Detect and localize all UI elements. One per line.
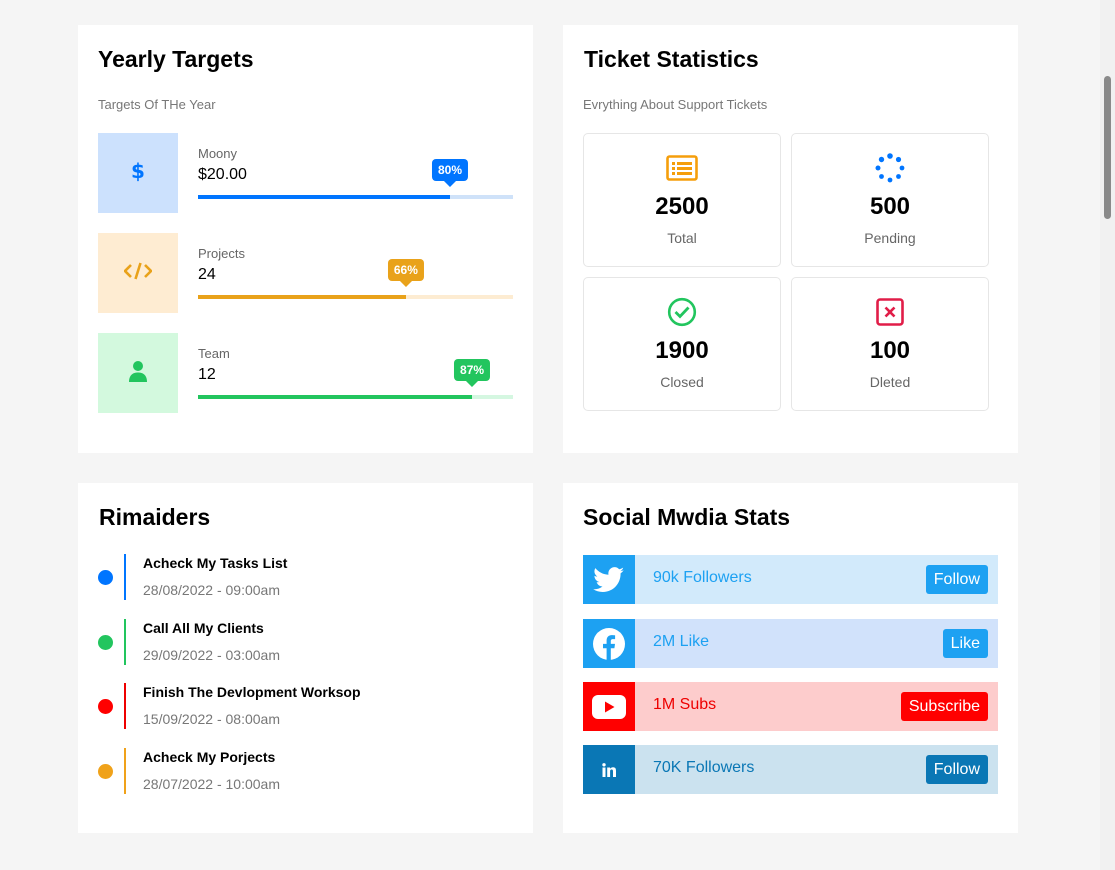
target-value: 12: [198, 366, 216, 383]
reminder-line: [124, 619, 126, 665]
reminder-title: Finish The Devlopment Worksop: [143, 684, 361, 700]
reminder-dot: [98, 635, 113, 650]
social-row-youtube: 1M Subs Subscribe: [583, 682, 998, 731]
target-row-money: $ Moony $20.00 80%: [98, 133, 513, 213]
target-row-projects: Projects 24 66%: [98, 233, 513, 313]
reminders-card: Rimaiders Acheck My Tasks List 28/08/202…: [78, 483, 533, 833]
social-stat-text: 1M Subs: [653, 696, 717, 713]
social-stats-card: Social Mwdia Stats 90k Followers Follow …: [563, 483, 1018, 833]
reminder-date: 15/09/2022 - 08:00am: [143, 711, 280, 727]
ticket-number: 1900: [655, 337, 709, 364]
social-row-facebook: 2M Like Like: [583, 619, 998, 668]
list-icon: [584, 152, 780, 184]
like-button[interactable]: Like: [942, 629, 988, 658]
check-circle-icon: [584, 296, 780, 328]
facebook-icon: [583, 619, 635, 668]
reminder-line: [124, 554, 126, 600]
x-square-icon: [792, 296, 988, 328]
ticket-statistics-title: Ticket Statistics: [584, 46, 759, 72]
progress-badge: 87%: [454, 359, 491, 387]
reminder-date: 29/09/2022 - 03:00am: [143, 647, 280, 663]
target-label: Moony: [198, 146, 238, 161]
social-stat-text: 70K Followers: [653, 759, 755, 776]
progress-badge: 66%: [387, 259, 424, 287]
progress-fill: [198, 195, 450, 199]
spinner-icon: [792, 152, 988, 184]
page-scrollbar[interactable]: [1100, 0, 1115, 870]
ticket-label: Total: [667, 230, 697, 246]
progress-badge: 80%: [431, 159, 469, 187]
ticket-number: 100: [869, 337, 911, 364]
ticket-box-total: 2500 Total: [583, 133, 781, 267]
ticket-number: 2500: [655, 193, 709, 220]
reminder-dot: [98, 764, 113, 779]
social-stat-text: 2M Like: [653, 633, 710, 650]
target-row-team: Team 12 87%: [98, 333, 513, 413]
ticket-box-closed: 1900 Closed: [583, 277, 781, 411]
linkedin-icon: [583, 745, 635, 794]
reminder-date: 28/08/2022 - 09:00am: [143, 582, 280, 598]
follow-button[interactable]: Follow: [925, 565, 988, 594]
social-row-twitter: 90k Followers Follow: [583, 555, 998, 604]
twitter-icon: [583, 555, 635, 604]
ticket-label: Dleted: [869, 374, 911, 390]
yearly-targets-title: Yearly Targets: [98, 46, 254, 72]
svg-text:$: $: [131, 159, 145, 183]
reminder-dot: [98, 699, 113, 714]
social-stat-text: 90k Followers: [653, 569, 752, 586]
reminder-dot: [98, 570, 113, 585]
progress-track: 87%: [198, 359, 513, 399]
progress-fill: [198, 295, 406, 299]
reminder-title: Call All My Clients: [143, 620, 264, 636]
reminder-title: Acheck My Tasks List: [143, 555, 288, 571]
progress-fill: [198, 395, 473, 399]
yearly-targets-card: Yearly Targets Targets Of THe Year $ Moo…: [78, 25, 533, 453]
yearly-targets-subtitle: Targets Of THe Year: [98, 97, 216, 112]
subscribe-button[interactable]: Subscribe: [900, 692, 988, 721]
target-label: Projects: [198, 246, 245, 261]
social-stats-title: Social Mwdia Stats: [583, 504, 791, 530]
reminder-line: [124, 748, 126, 794]
code-icon: [123, 261, 153, 286]
target-value: 24: [198, 266, 216, 283]
progress-track: 66%: [198, 259, 513, 299]
progress-track: 80%: [198, 159, 513, 199]
ticket-statistics-card: Ticket Statistics Evrything About Suppor…: [563, 25, 1018, 453]
reminder-line: [124, 683, 126, 729]
ticket-label: Closed: [660, 374, 704, 390]
reminder-item[interactable]: Call All My Clients 29/09/2022 - 03:00am: [98, 619, 498, 665]
reminders-title: Rimaiders: [99, 504, 211, 530]
scrollbar-thumb[interactable]: [1104, 76, 1111, 219]
youtube-icon: [583, 682, 635, 731]
reminder-item[interactable]: Finish The Devlopment Worksop 15/09/2022…: [98, 683, 498, 729]
target-icon-box: [98, 233, 178, 313]
reminder-date: 28/07/2022 - 10:00am: [143, 776, 280, 792]
target-icon-box: $: [98, 133, 178, 213]
dollar-icon: $: [130, 159, 146, 188]
reminder-title: Acheck My Porjects: [143, 749, 276, 765]
user-icon: [128, 360, 148, 387]
reminder-item[interactable]: Acheck My Porjects 28/07/2022 - 10:00am: [98, 748, 498, 794]
ticket-label: Pending: [864, 230, 916, 246]
social-row-linkedin: 70K Followers Follow: [583, 745, 998, 794]
target-value: $20.00: [198, 166, 247, 183]
ticket-box-deleted: 100 Dleted: [791, 277, 989, 411]
reminder-item[interactable]: Acheck My Tasks List 28/08/2022 - 09:00a…: [98, 554, 498, 600]
ticket-box-pending: 500 Pending: [791, 133, 989, 267]
target-label: Team: [198, 346, 230, 361]
target-icon-box: [98, 333, 178, 413]
follow-button[interactable]: Follow: [925, 755, 988, 784]
ticket-statistics-subtitle: Evrything About Support Tickets: [583, 97, 768, 112]
ticket-number: 500: [869, 193, 911, 220]
